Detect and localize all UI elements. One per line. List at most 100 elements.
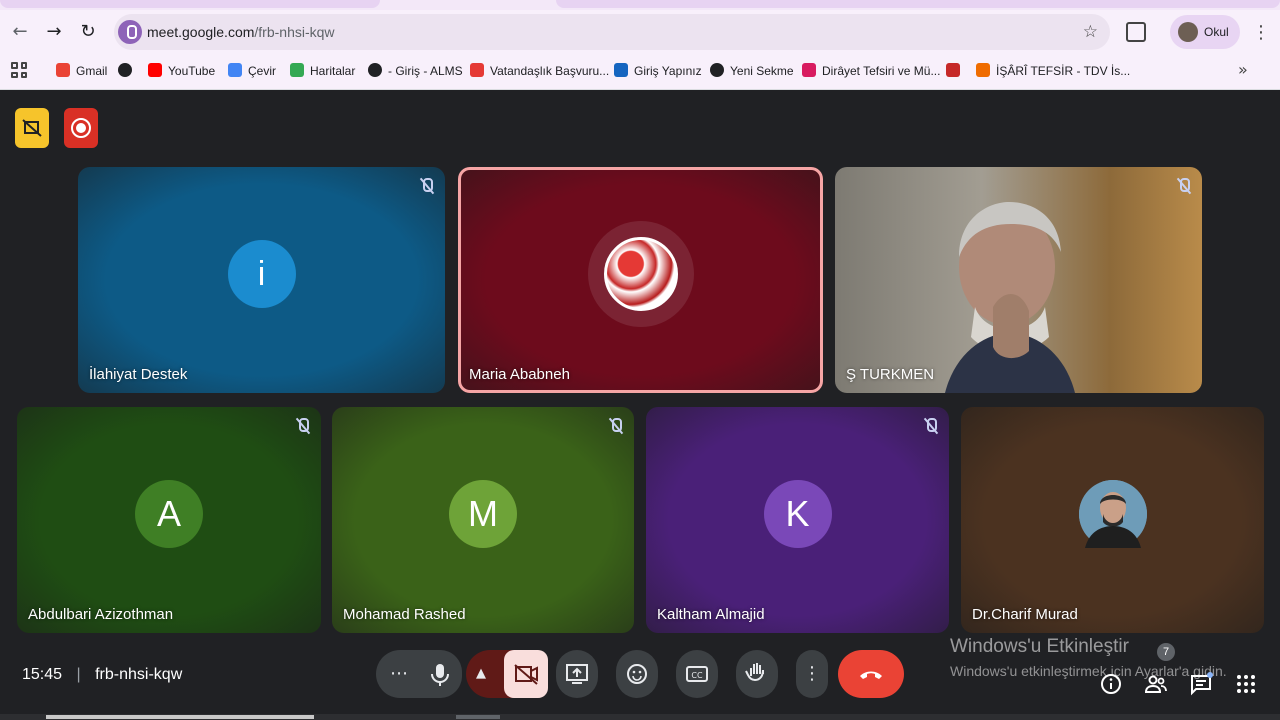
activities-icon[interactable] — [1234, 672, 1258, 696]
bookmark-favicon-icon — [802, 63, 816, 77]
participant-video — [945, 197, 1075, 393]
video-off-indicator-icon[interactable] — [15, 108, 49, 148]
bookmark-item[interactable]: Yeni Sekme — [710, 63, 794, 78]
participant-tile[interactable]: M Mohamad Rashed — [332, 407, 634, 633]
windows-activation-title: Windows'u Etkinleştir — [950, 636, 1129, 657]
avatar — [1078, 480, 1147, 548]
people-icon[interactable] — [1144, 672, 1168, 696]
bookmark-label: Haritalar — [310, 64, 356, 78]
camera-options-icon[interactable]: ▲ — [476, 650, 486, 698]
bookmark-item[interactable]: Dirâyet Tefsiri ve Mü... — [802, 63, 940, 78]
bookmark-favicon-icon — [470, 63, 484, 77]
captions-button[interactable]: CC — [676, 650, 718, 698]
camera-control-group: ▲ — [466, 650, 548, 698]
bookmark-favicon-icon — [228, 63, 242, 77]
mic-options-icon[interactable]: ⋯ — [390, 650, 408, 698]
leave-call-button[interactable] — [838, 650, 904, 698]
bookmark-item[interactable]: Gmail — [56, 63, 107, 78]
more-options-button[interactable]: ⋮ — [796, 650, 828, 698]
browser-menu-icon[interactable]: ⋮ — [1252, 22, 1270, 43]
more-bookmarks-icon[interactable]: » — [1238, 60, 1248, 79]
svg-text:CC: CC — [691, 671, 703, 680]
url-domain: meet.google.com — [147, 24, 255, 40]
url-text[interactable]: meet.google.com/frb-nhsi-kqw — [147, 24, 335, 40]
bookmark-label: Vatandaşlık Başvuru... — [490, 64, 610, 78]
bookmark-item[interactable] — [118, 63, 138, 78]
horizontal-scrollbar[interactable] — [0, 714, 1280, 720]
participant-tile[interactable]: Dr.Charif Murad — [961, 407, 1264, 633]
avatar: i — [227, 240, 296, 308]
chat-icon[interactable] — [1189, 672, 1213, 696]
avatar — [1178, 22, 1198, 42]
bookmark-label: YouTube — [168, 64, 216, 78]
participant-tile[interactable]: A Abdulbari Azizothman — [17, 407, 321, 633]
meeting-area: i İlahiyat Destek Maria Ababneh Ş TURKMEN A A… — [0, 91, 1280, 720]
present-screen-button[interactable] — [556, 650, 598, 698]
forward-icon[interactable]: → — [44, 22, 64, 42]
participant-name: Abdulbari Azizothman — [28, 606, 174, 623]
microphone-button[interactable] — [418, 650, 462, 698]
bookmark-favicon-icon — [290, 63, 304, 77]
bookmark-label: Giriş Yapınız — [634, 64, 702, 78]
meeting-time: 15:45 — [22, 666, 63, 683]
url-path: /frb-nhsi-kqw — [254, 24, 335, 40]
bookmark-item[interactable]: Çevir — [228, 63, 276, 78]
avatar-initial: i — [257, 255, 266, 293]
bookmark-favicon-icon — [710, 63, 724, 77]
bookmark-favicon-icon — [56, 63, 70, 77]
tab-previous[interactable] — [0, 0, 380, 8]
meeting-info: 15:45 | frb-nhsi-kqw — [22, 666, 182, 684]
camera-toggle-button[interactable] — [504, 650, 548, 698]
avatar — [603, 237, 678, 311]
record-icon[interactable] — [64, 108, 98, 148]
bookmark-label: Dirâyet Tefsiri ve Mü... — [822, 64, 941, 78]
separator: | — [76, 666, 81, 683]
mic-muted-icon — [1176, 177, 1190, 195]
address-bar[interactable]: meet.google.com/frb-nhsi-kqw ☆ — [114, 14, 1110, 50]
bookmark-item[interactable]: Haritalar — [290, 63, 355, 78]
bookmark-item[interactable]: Vatandaşlık Başvuru... — [470, 63, 609, 78]
bookmark-star-icon[interactable]: ☆ — [1083, 22, 1098, 42]
tab-next[interactable] — [556, 0, 1280, 8]
mic-permission-icon[interactable] — [118, 20, 142, 44]
meeting-code[interactable]: frb-nhsi-kqw — [95, 666, 182, 683]
participant-name: Mohamad Rashed — [343, 606, 466, 623]
participant-tile[interactable]: i İlahiyat Destek — [78, 167, 445, 393]
avatar: M — [449, 480, 517, 548]
apps-grid-icon[interactable] — [11, 62, 27, 78]
profile-button[interactable]: Okul — [1170, 15, 1240, 49]
avatar-initial: M — [468, 493, 498, 534]
avatar-initial: A — [156, 493, 181, 534]
bookmark-item[interactable]: Giriş Yapınız — [614, 63, 702, 78]
participant-name: Maria Ababneh — [469, 366, 570, 383]
meeting-details-icon[interactable] — [1099, 672, 1123, 696]
participant-tile[interactable]: K Kaltham Almajid — [646, 407, 949, 633]
emoji-reaction-button[interactable] — [616, 650, 658, 698]
bookmark-favicon-icon — [976, 63, 990, 77]
bookmark-item[interactable]: - Giriş - ALMS — [368, 63, 463, 78]
browser-toolbar: ← → ↻ meet.google.com/frb-nhsi-kqw ☆ Oku… — [0, 10, 1280, 54]
bookmark-item[interactable]: YouTube — [148, 63, 215, 78]
scrollbar-thumb[interactable] — [46, 715, 314, 719]
mic-control-group: ⋯ — [376, 650, 462, 698]
bookmark-label: Çevir — [248, 64, 277, 78]
bookmark-item[interactable]: İŞÂRÎ TEFSİR - TDV İs... — [976, 63, 1130, 78]
bookmark-favicon-icon — [614, 63, 628, 77]
back-icon[interactable]: ← — [10, 22, 30, 42]
scrollbar-segment — [456, 715, 500, 719]
participant-tile[interactable]: Maria Ababneh — [458, 167, 823, 393]
reload-icon[interactable]: ↻ — [78, 22, 98, 42]
participant-name: Kaltham Almajid — [657, 606, 765, 623]
windows-activation-text: Windows'u etkinleştirmek için Ayarlar'a … — [950, 663, 1227, 679]
extensions-icon[interactable] — [1126, 22, 1146, 42]
bookmark-label: İŞÂRÎ TEFSİR - TDV İs... — [996, 64, 1131, 78]
mic-muted-icon — [295, 417, 309, 435]
bookmark-favicon-icon — [118, 63, 132, 77]
bookmark-item[interactable] — [946, 63, 966, 78]
profile-name: Okul — [1204, 25, 1229, 39]
avatar: A — [135, 480, 203, 548]
raise-hand-button[interactable] — [736, 650, 778, 698]
bookmark-favicon-icon — [368, 63, 382, 77]
mic-muted-icon — [923, 417, 937, 435]
participant-tile[interactable]: Ş TURKMEN — [835, 167, 1202, 393]
